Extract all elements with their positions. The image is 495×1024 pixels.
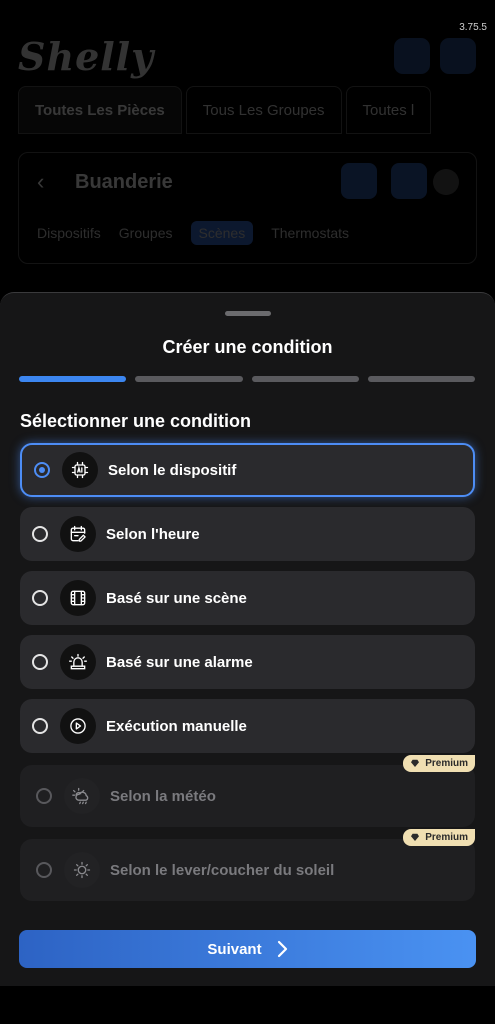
tab-all-rooms: Toutes Les Pièces [18, 86, 182, 134]
drag-handle[interactable] [224, 311, 271, 316]
option-scene[interactable]: Basé sur une scène [20, 571, 475, 625]
option-label: Basé sur une scène [106, 589, 247, 607]
film-icon [60, 580, 96, 616]
option-time[interactable]: Selon l'heure [20, 507, 475, 561]
option-label: Selon l'heure [106, 525, 200, 543]
radio-selected[interactable] [34, 462, 50, 478]
notification-icon [394, 38, 430, 74]
tab-scenes: Scènes [190, 221, 254, 245]
option-label: Selon le lever/coucher du soleil [110, 861, 335, 879]
weather-icon [64, 778, 100, 814]
sheet-title: Créer une condition [162, 337, 333, 357]
option-device[interactable]: Selon le dispositif [20, 443, 475, 497]
sun-icon [64, 852, 100, 888]
step-progress [19, 376, 475, 382]
tab-groups: Groupes [118, 225, 173, 241]
radio-disabled [36, 788, 52, 804]
radio-unselected[interactable] [32, 654, 48, 670]
tab-devices: Dispositifs [37, 225, 101, 241]
step-3 [251, 376, 359, 382]
radio-unselected[interactable] [32, 526, 48, 542]
option-weather: Premium Selon la météo [20, 755, 475, 827]
profile-icon [440, 38, 476, 74]
option-sunrise-sunset: Premium Selon le lever/coucher du soleil [20, 829, 475, 901]
tab-all-groups: Tous Les Groupes [185, 86, 342, 134]
next-button-label: Suivant [207, 940, 262, 958]
chip-ai-icon [62, 452, 98, 488]
step-2 [135, 376, 243, 382]
create-condition-sheet: Créer une condition Sélectionner une con… [0, 292, 495, 986]
diamond-icon [411, 759, 420, 767]
siren-icon [60, 644, 96, 680]
option-label: Selon le dispositif [108, 461, 237, 479]
app-version: 3.75.5 [459, 22, 487, 33]
step-4 [367, 376, 475, 382]
option-manual[interactable]: Exécution manuelle [20, 699, 475, 753]
add-icon [341, 163, 377, 199]
chevron-right-icon [277, 940, 287, 958]
back-icon: ‹ [37, 169, 45, 194]
room-tabs: Toutes Les Pièces Tous Les Groupes Toute… [18, 86, 495, 134]
room-panel: ‹ Buanderie Dispositifs Groupes Scènes T… [18, 152, 477, 264]
calendar-edit-icon [60, 516, 96, 552]
info-icon [433, 169, 459, 195]
premium-badge: Premium [403, 829, 475, 846]
radio-unselected[interactable] [32, 718, 48, 734]
radio-unselected[interactable] [32, 590, 48, 606]
radio-disabled [36, 862, 52, 878]
room-title: Buanderie [75, 171, 173, 193]
step-1 [19, 376, 127, 382]
option-alarm[interactable]: Basé sur une alarme [20, 635, 475, 689]
premium-badge: Premium [403, 755, 475, 772]
tab-all-other: Toutes l [345, 86, 432, 134]
section-title: Sélectionner une condition [20, 411, 252, 431]
tab-thermostats: Thermostats [271, 225, 350, 241]
edit-icon [391, 163, 427, 199]
diamond-icon [411, 833, 420, 841]
shelly-logo: Shelly [18, 34, 155, 79]
next-button[interactable]: Suivant [19, 930, 476, 968]
option-label: Selon la météo [110, 787, 216, 805]
option-label: Exécution manuelle [106, 717, 247, 735]
room-sub-tabs: Dispositifs Groupes Scènes Thermostats [37, 221, 350, 245]
option-label: Basé sur une alarme [106, 653, 253, 671]
play-circle-icon [60, 708, 96, 744]
